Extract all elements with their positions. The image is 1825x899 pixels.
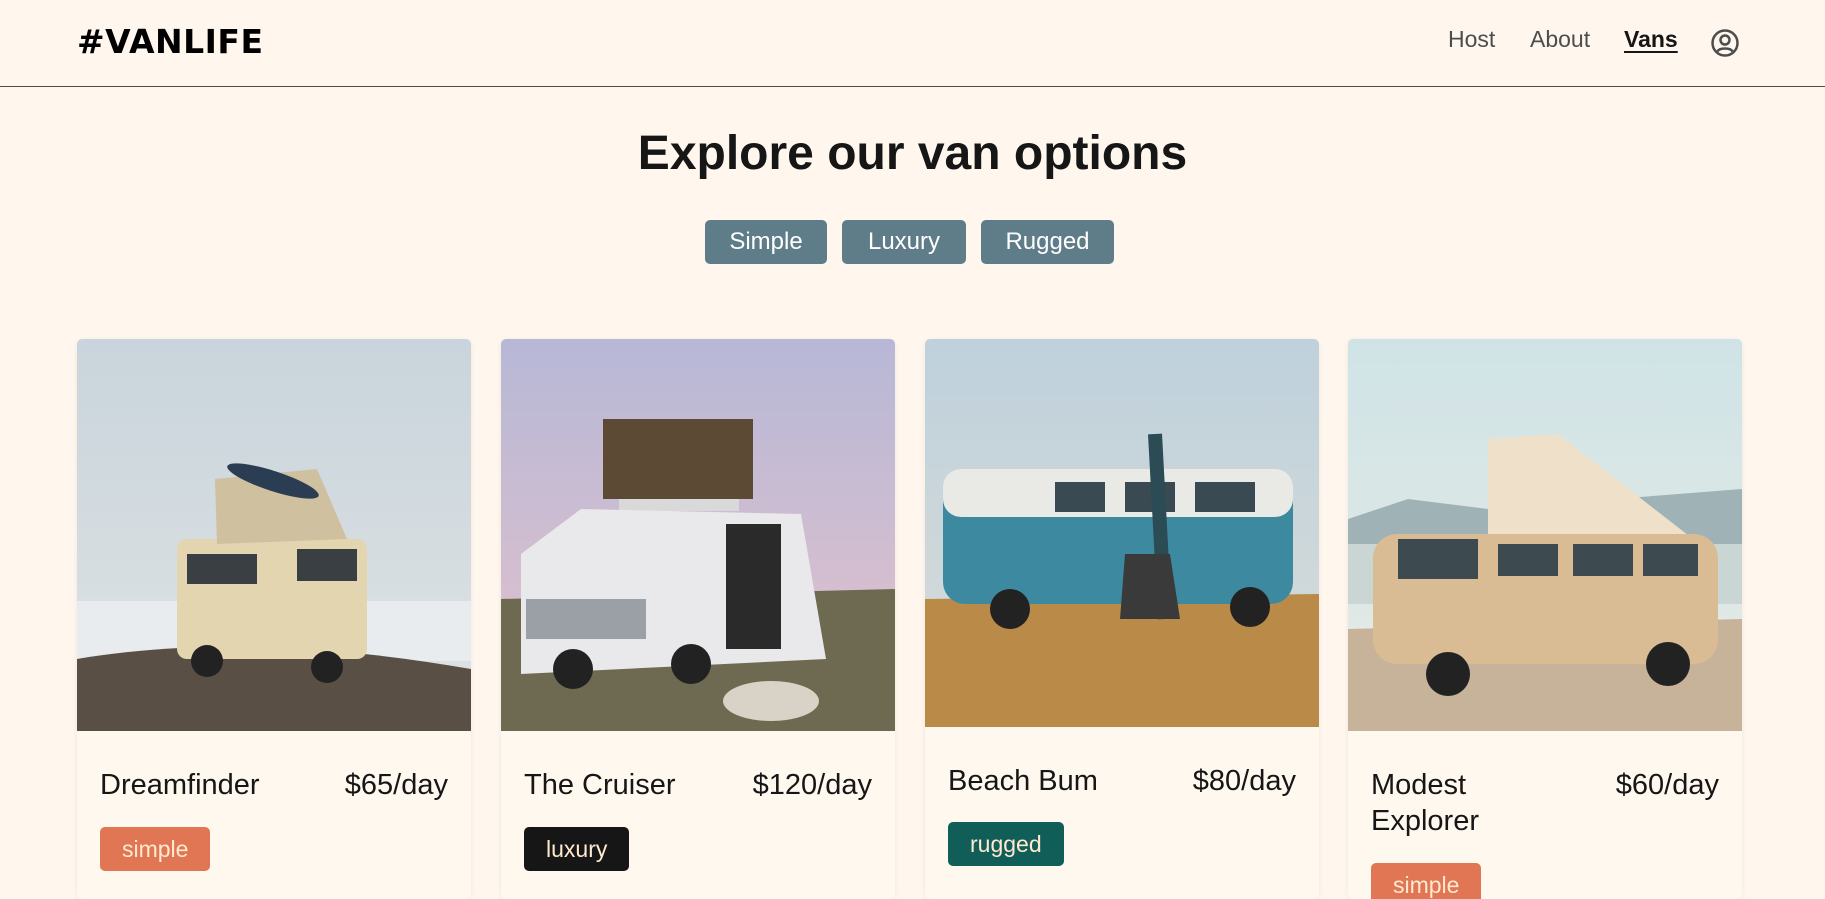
van-photo	[1348, 339, 1742, 731]
user-circle-icon[interactable]	[1710, 28, 1740, 58]
nav-about-link[interactable]: About	[1530, 26, 1590, 52]
van-type-badge: simple	[100, 827, 211, 871]
van-photo	[501, 339, 895, 731]
van-name: Dreamfinder	[100, 769, 260, 801]
site-header: #VANLIFE Host About Vans	[0, 0, 1825, 87]
van-price: $60/day	[1615, 769, 1719, 801]
van-type-badge: luxury	[524, 827, 630, 871]
nav-vans[interactable]: Vans	[1624, 26, 1678, 53]
nav-host[interactable]: Host	[1448, 26, 1495, 53]
van-name: Beach Bum	[948, 765, 1098, 797]
van-price: $65/day	[344, 769, 448, 801]
filter-luxury-button[interactable]: Luxury	[842, 220, 966, 264]
van-price: $120/day	[752, 769, 872, 801]
van-name: The Cruiser	[524, 769, 676, 801]
page-title: Explore our van options	[637, 127, 1188, 180]
filter-simple-button[interactable]: Simple	[705, 220, 827, 264]
site-logo[interactable]: #VANLIFE	[77, 22, 264, 61]
van-photo	[925, 339, 1319, 727]
filter-rugged-button[interactable]: Rugged	[981, 220, 1114, 264]
nav-about[interactable]: About	[1530, 26, 1590, 53]
van-photo	[77, 339, 471, 731]
nav-host-link[interactable]: Host	[1448, 26, 1495, 52]
van-card-modest-explorer[interactable]: Modest Explorer $60/day simple	[1348, 339, 1742, 899]
van-type-badge: simple	[1371, 863, 1482, 899]
van-card-dreamfinder[interactable]: Dreamfinder $65/day simple	[77, 339, 471, 899]
van-type-badge: rugged	[948, 822, 1064, 866]
van-name: Modest Explorer	[1371, 769, 1479, 837]
nav-vans-link[interactable]: Vans	[1624, 26, 1678, 52]
van-price: $80/day	[1192, 765, 1296, 797]
van-card-beach-bum[interactable]: Beach Bum $80/day rugged	[925, 339, 1319, 899]
van-card-the-cruiser[interactable]: The Cruiser $120/day luxury	[501, 339, 895, 899]
